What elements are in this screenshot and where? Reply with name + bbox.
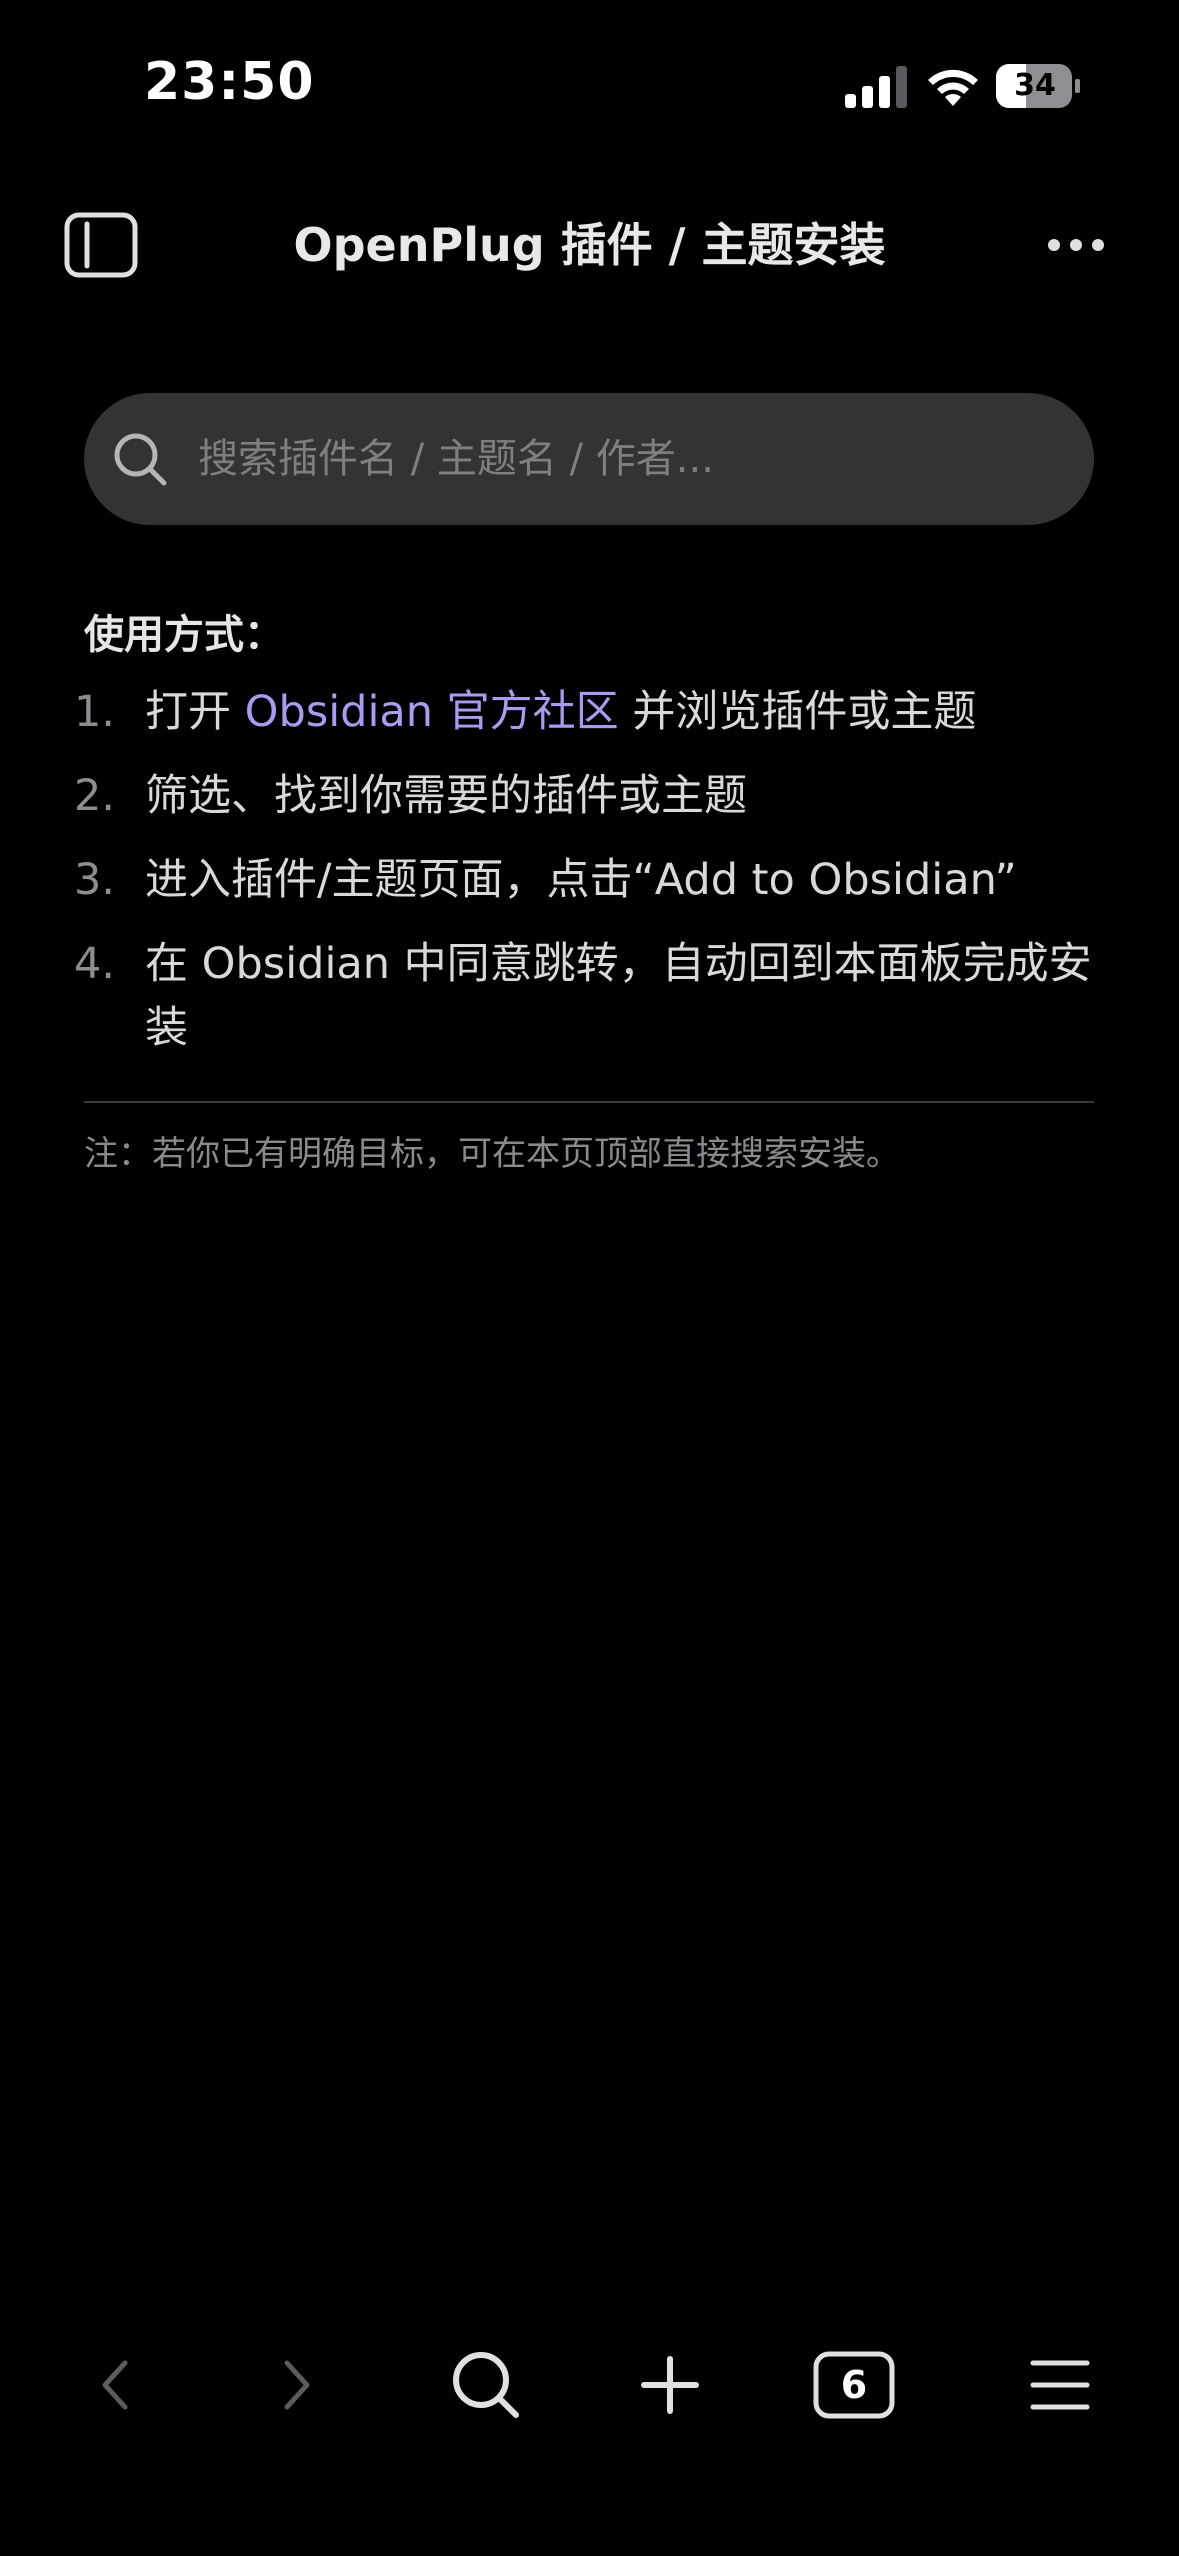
usage-step-1: 1. 打开 Obsidian 官方社区 并浏览插件或主题 <box>0 680 1179 744</box>
tab-count: 6 <box>840 2363 868 2407</box>
cellular-signal-icon <box>845 66 907 108</box>
status-time: 23:50 <box>144 52 315 112</box>
wifi-icon <box>928 69 978 106</box>
step-text: 筛选、找到你需要的插件或主题 <box>145 771 747 821</box>
sidebar-toggle-icon[interactable] <box>64 212 138 278</box>
new-tab-button[interactable] <box>630 2330 710 2440</box>
search-input[interactable] <box>198 393 1068 525</box>
battery-level: 34 <box>1014 68 1056 103</box>
search-icon <box>453 2352 519 2418</box>
status-bar: 23:50 34 <box>0 0 1179 170</box>
bottom-toolbar: 6 <box>0 2330 1179 2440</box>
forward-button[interactable] <box>262 2330 332 2440</box>
step-number: 1. <box>74 687 116 737</box>
step-text: 并浏览插件或主题 <box>618 687 977 737</box>
search-icon <box>114 433 167 486</box>
chevron-right-icon <box>284 2360 310 2410</box>
step-text: 打开 <box>145 687 245 737</box>
back-button[interactable] <box>80 2330 150 2440</box>
search-box[interactable] <box>84 393 1094 525</box>
usage-heading: 使用方式： <box>84 612 284 658</box>
step-number: 2. <box>74 771 116 821</box>
step-number: 4. <box>74 939 116 989</box>
step-text: 在 Obsidian 中同意跳转，自动回到本面板完成安装 <box>145 939 1092 1053</box>
more-options-icon[interactable] <box>1044 220 1108 270</box>
page-title: OpenPlug 插件 / 主题安装 <box>293 218 886 272</box>
usage-note: 注：若你已有明确目标，可在本页顶部直接搜索安装。 <box>84 1134 900 1174</box>
search-button[interactable] <box>446 2330 526 2440</box>
obsidian-community-link[interactable]: Obsidian 官方社区 <box>245 687 619 737</box>
chevron-left-icon <box>102 2360 128 2410</box>
tabs-button[interactable]: 6 <box>813 2330 895 2440</box>
step-text: 进入插件/主题页面，点击“Add to Obsidian” <box>145 855 1017 905</box>
usage-steps-list: 1. 打开 Obsidian 官方社区 并浏览插件或主题 2. 筛选、找到你需要的插… <box>0 680 1179 1080</box>
divider <box>84 1101 1094 1103</box>
hamburger-menu-icon <box>1030 2360 1090 2410</box>
menu-button[interactable] <box>1020 2330 1100 2440</box>
usage-step-2: 2. 筛选、找到你需要的插件或主题 <box>0 764 1179 828</box>
usage-step-3: 3. 进入插件/主题页面，点击“Add to Obsidian” <box>0 848 1179 912</box>
nav-bar: OpenPlug 插件 / 主题安装 <box>0 190 1179 300</box>
plus-icon <box>641 2356 699 2414</box>
usage-step-4: 4. 在 Obsidian 中同意跳转，自动回到本面板完成安装 <box>0 932 1179 1060</box>
step-number: 3. <box>74 855 116 905</box>
